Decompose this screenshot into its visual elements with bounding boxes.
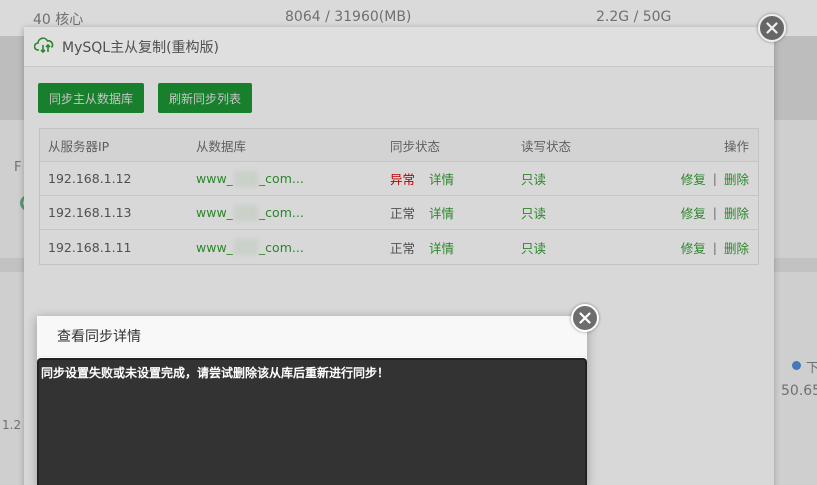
sync-detail-console: 同步设置失败或未设置完成，请尝试删除该从库后重新进行同步！ xyxy=(37,358,587,485)
sync-error-message: 同步设置失败或未设置完成，请尝试删除该从库后重新进行同步！ xyxy=(41,366,390,380)
detail-dialog-title: 查看同步详情 xyxy=(37,316,587,357)
sync-detail-dialog: 查看同步详情 同步设置失败或未设置完成，请尝试删除该从库后重新进行同步！ xyxy=(37,316,587,485)
close-icon[interactable] xyxy=(571,304,599,332)
